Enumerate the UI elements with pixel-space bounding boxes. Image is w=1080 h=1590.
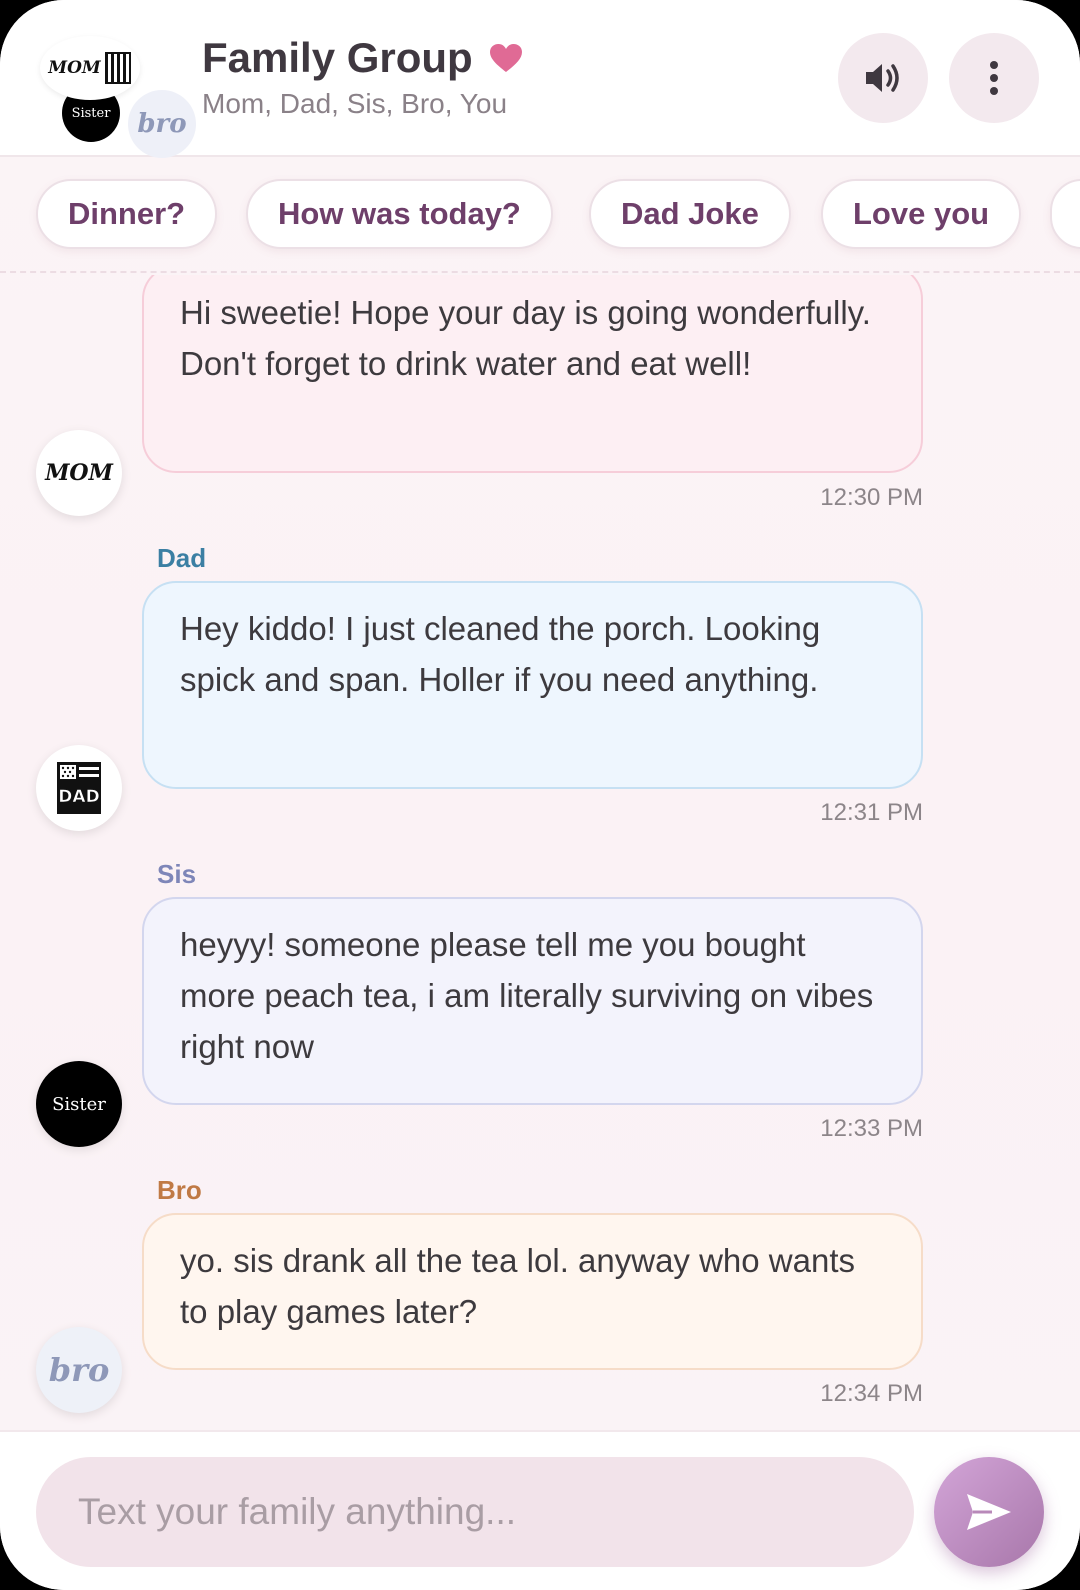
sound-button[interactable] [838, 33, 928, 123]
sender-name-dad: Dad [157, 543, 207, 573]
chat-header: bro Sister MOM Family Group Mom, Dad, Si… [0, 0, 1080, 158]
message-text: Hi sweetie! Hope your day is going wonde… [180, 294, 871, 382]
send-icon [967, 1494, 1011, 1530]
quick-reply-chip-overflow[interactable] [1050, 179, 1080, 249]
sister-avatar-text: Sister [71, 105, 111, 121]
quick-replies-bar: Dinner? How was today? Dad Joke Love you [0, 157, 1080, 273]
message-time: 12:31 PM [820, 799, 923, 826]
group-members: Mom, Dad, Sis, Bro, You [202, 88, 508, 119]
send-button[interactable] [934, 1457, 1044, 1567]
message-time: 12:34 PM [820, 1380, 923, 1407]
bro-avatar-text: bro [48, 1351, 110, 1389]
phone-screen: bro Sister MOM Family Group Mom, Dad, Si… [0, 0, 1080, 1590]
speaker-icon [866, 64, 899, 92]
message-composer [0, 1430, 1080, 1590]
quick-reply-chip[interactable]: Dinner? [36, 179, 218, 249]
mom-avatar-small: MOM [40, 36, 140, 100]
mom-avatar[interactable]: MOM [36, 430, 122, 516]
group-avatar-stack[interactable]: bro Sister MOM [40, 36, 196, 158]
sender-name-bro: Bro [157, 1175, 202, 1205]
sister-avatar-text: Sister [52, 1093, 106, 1115]
dad-flag-icon [104, 52, 131, 84]
dad-avatar-text: DAD [58, 787, 99, 807]
sister-avatar[interactable]: Sister [36, 1061, 122, 1147]
group-title: Family Group [202, 34, 523, 82]
message-text: Hey kiddo! I just cleaned the porch. Loo… [180, 610, 821, 698]
quick-reply-chip[interactable]: How was today? [246, 179, 553, 249]
message-input[interactable] [36, 1457, 914, 1567]
quick-reply-chip[interactable]: Dad Joke [589, 179, 791, 249]
message-bubble-mom: Hi sweetie! Hope your day is going wonde… [142, 275, 923, 473]
group-title-text: Family Group [202, 34, 473, 81]
mom-avatar-text: MOM [45, 460, 113, 486]
message-time: 12:33 PM [820, 1115, 923, 1142]
dad-avatar[interactable]: DAD [36, 745, 122, 831]
message-list[interactable]: Hi sweetie! Hope your day is going wonde… [0, 275, 1080, 1430]
heart-icon [489, 44, 522, 72]
quick-reply-chip[interactable]: Love you [821, 179, 1022, 249]
sender-name-sis: Sis [157, 859, 197, 889]
more-options-button[interactable] [949, 33, 1039, 123]
bro-avatar[interactable]: bro [36, 1327, 122, 1413]
message-bubble-dad: Hey kiddo! I just cleaned the porch. Loo… [142, 581, 923, 789]
message-text: heyyy! someone please tell me you bought… [180, 926, 874, 1065]
dad-flag-icon: DAD [57, 762, 101, 814]
message-text: yo. sis drank all the tea lol. anyway wh… [180, 1242, 856, 1330]
more-vertical-icon [990, 61, 998, 95]
bro-avatar-small: bro [128, 90, 196, 158]
mom-avatar-text: MOM [48, 58, 101, 78]
bro-avatar-text: bro [137, 109, 187, 139]
message-bubble-sis: heyyy! someone please tell me you bought… [142, 897, 923, 1105]
message-time: 12:30 PM [820, 484, 923, 511]
message-bubble-bro: yo. sis drank all the tea lol. anyway wh… [142, 1213, 923, 1370]
title-block: Family Group Mom, Dad, Sis, Bro, You [202, 34, 523, 120]
